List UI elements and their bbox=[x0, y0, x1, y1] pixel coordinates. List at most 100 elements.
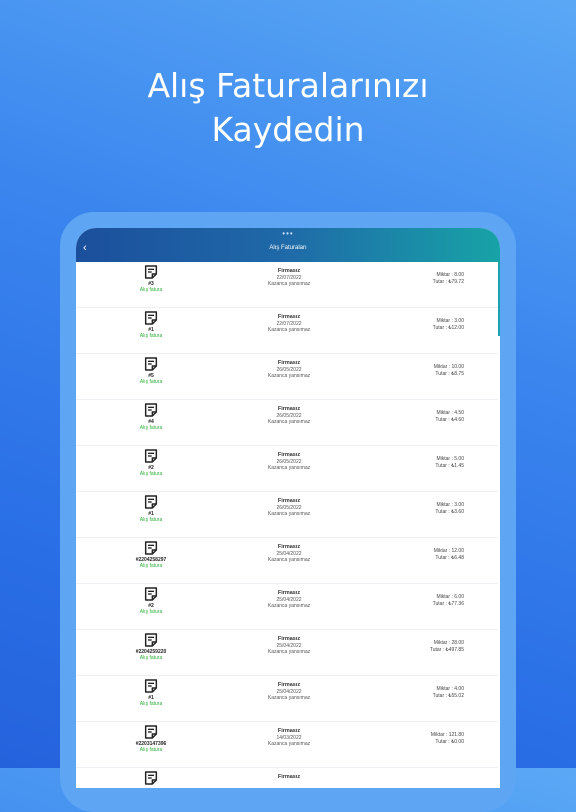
total: Tutar : ₺497.85 bbox=[429, 646, 464, 653]
receipt-document-icon bbox=[143, 356, 159, 372]
invoice-row[interactable]: #2203147396 Alış fatura Firmasız 14/03/2022… bbox=[76, 722, 498, 768]
invoice-info-block: Firmasız 22/07/2022 Kazanca yansımaz bbox=[250, 314, 328, 334]
invoice-amount-block: Miktar : 10.00 Tutar : ₺8.75 bbox=[394, 364, 464, 377]
invoice-info-block: Firmasız 22/07/2022 Kazanca yansımaz bbox=[250, 268, 328, 288]
receipt-document-icon bbox=[143, 586, 159, 602]
invoice-info-block: Firmasız 25/04/2022 Kazanca yansımaz bbox=[250, 636, 328, 656]
receipt-document-icon bbox=[143, 724, 159, 740]
invoice-row[interactable]: #5 Alış fatura Firmasız 26/05/2022 Kazanca y… bbox=[76, 354, 498, 400]
receipt-document-icon bbox=[143, 264, 159, 280]
receipt-document-icon bbox=[143, 540, 159, 556]
gain-status: Kazanca yansımaz bbox=[267, 557, 311, 563]
receipt-document-icon bbox=[143, 678, 159, 694]
invoice-info-block: Firmasız 25/04/2022 Kazanca yansımaz bbox=[250, 544, 328, 564]
total: Tutar : ₺3.60 bbox=[435, 508, 464, 515]
total: Tutar : ₺79.72 bbox=[432, 278, 464, 285]
total: Tutar : ₺6.48 bbox=[435, 554, 464, 561]
total: Tutar : ₺4.60 bbox=[435, 416, 464, 423]
firm-name: Firmasız bbox=[277, 774, 301, 780]
invoice-row[interactable]: #4 Alış fatura Firmasız 26/05/2022 Kazanca y… bbox=[76, 400, 498, 446]
invoice-id-block: #1 Alış fatura bbox=[116, 494, 186, 523]
receipt-document-icon bbox=[143, 494, 159, 510]
invoice-type: Alış fatura bbox=[139, 655, 163, 661]
gain-status: Kazanca yansımaz bbox=[267, 327, 311, 333]
invoice-id-block: #2203147396 Alış fatura bbox=[116, 724, 186, 753]
gain-status: Kazanca yansımaz bbox=[267, 281, 311, 287]
headline-line-2: Kaydedin bbox=[211, 110, 365, 149]
invoice-info-block: Firmasız 25/04/2022 Kazanca yansımaz bbox=[250, 682, 328, 702]
invoice-type: Alış fatura bbox=[139, 425, 163, 431]
gain-status: Kazanca yansımaz bbox=[267, 419, 311, 425]
gain-status: Kazanca yansımaz bbox=[267, 511, 311, 517]
invoice-amount-block: Miktar : 4.00 Tutar : ₺55.02 bbox=[394, 686, 464, 699]
invoice-info-block: Firmasız 26/05/2022 Kazanca yansımaz bbox=[250, 406, 328, 426]
invoice-id-block bbox=[116, 770, 186, 787]
invoice-type: Alış fatura bbox=[139, 379, 163, 385]
invoice-type: Alış fatura bbox=[139, 563, 163, 569]
invoice-type: Alış fatura bbox=[139, 747, 163, 753]
invoice-row[interactable]: #1 Alış fatura Firmasız 26/05/2022 Kazanca y… bbox=[76, 492, 498, 538]
invoice-amount-block: Miktar : 6.00 Tutar : ₺77.36 bbox=[394, 594, 464, 607]
invoice-type: Alış fatura bbox=[139, 609, 163, 615]
receipt-document-icon bbox=[143, 402, 159, 418]
invoice-id-block: #4 Alış fatura bbox=[116, 402, 186, 431]
receipt-document-icon bbox=[143, 632, 159, 648]
receipt-document-icon bbox=[143, 310, 159, 326]
invoice-info-block: Firmasız 14/03/2022 Kazanca yansımaz bbox=[250, 728, 328, 748]
invoice-info-block: Firmasız 26/05/2022 Kazanca yansımaz bbox=[250, 360, 328, 380]
invoice-amount-block: Miktar : 5.00 Tutar : ₺1.45 bbox=[394, 456, 464, 469]
invoice-row[interactable]: #2204258297 Alış fatura Firmasız 25/04/2022… bbox=[76, 538, 498, 584]
gain-status: Kazanca yansımaz bbox=[267, 649, 311, 655]
total: Tutar : ₺77.36 bbox=[432, 600, 464, 607]
invoice-amount-block: Miktar : 12.00 Tutar : ₺6.48 bbox=[394, 548, 464, 561]
page-title: Alış Faturaları bbox=[269, 245, 307, 251]
gain-status: Kazanca yansımaz bbox=[267, 465, 311, 471]
invoice-type: Alış fatura bbox=[139, 287, 163, 293]
total: Tutar : ₺55.02 bbox=[432, 692, 464, 699]
receipt-document-icon bbox=[143, 770, 159, 786]
promo-headline: Alış Faturalarınızı Kaydedin bbox=[0, 64, 576, 152]
receipt-document-icon bbox=[143, 448, 159, 464]
invoice-row[interactable]: #1 Alış fatura Firmasız 25/04/2022 Kazanca y… bbox=[76, 676, 498, 722]
invoice-amount-block: Miktar : 28.00 Tutar : ₺497.85 bbox=[394, 640, 464, 653]
gain-status: Kazanca yansımaz bbox=[267, 695, 311, 701]
gain-status: Kazanca yansımaz bbox=[267, 741, 311, 747]
invoice-amount-block: Miktar : 3.00 Tutar : ₺12.00 bbox=[394, 318, 464, 331]
status-dots: ••• bbox=[282, 229, 294, 238]
invoice-type: Alış fatura bbox=[139, 701, 163, 707]
headline-line-1: Alış Faturalarınızı bbox=[147, 66, 429, 105]
invoice-info-block: Firmasız bbox=[250, 774, 328, 781]
total: Tutar : ₺8.75 bbox=[435, 370, 464, 377]
invoice-id-block: #2204259220 Alış fatura bbox=[116, 632, 186, 661]
gain-status: Kazanca yansımaz bbox=[267, 373, 311, 379]
total: Tutar : ₺12.00 bbox=[432, 324, 464, 331]
invoice-info-block: Firmasız 26/05/2022 Kazanca yansımaz bbox=[250, 452, 328, 472]
invoice-row[interactable]: #2204259220 Alış fatura Firmasız 25/04/2022… bbox=[76, 630, 498, 676]
total: Tutar : ₺0.00 bbox=[435, 738, 464, 745]
invoice-id-block: #2 Alış fatura bbox=[116, 586, 186, 615]
invoice-row[interactable]: #1 Alış fatura Firmasız 22/07/2022 Kazanca y… bbox=[76, 308, 498, 354]
invoice-id-block: #1 Alış fatura bbox=[116, 310, 186, 339]
invoice-type: Alış fatura bbox=[139, 471, 163, 477]
invoice-row[interactable]: #2 Alış fatura Firmasız 26/05/2022 Kazanca y… bbox=[76, 446, 498, 492]
side-accent bbox=[498, 266, 500, 336]
invoice-list: #3 Alış fatura Firmasız 22/07/2022 Kazanca y… bbox=[76, 262, 498, 788]
invoice-id-block: #1 Alış fatura bbox=[116, 678, 186, 707]
invoice-row[interactable]: #3 Alış fatura Firmasız 22/07/2022 Kazanca y… bbox=[76, 262, 498, 308]
invoice-id-block: #2204258297 Alış fatura bbox=[116, 540, 186, 569]
invoice-id-block: #3 Alış fatura bbox=[116, 264, 186, 293]
invoice-row[interactable]: Firmasız bbox=[76, 768, 498, 788]
invoice-id-block: #5 Alış fatura bbox=[116, 356, 186, 385]
invoice-amount-block: Miktar : 3.00 Tutar : ₺3.60 bbox=[394, 502, 464, 515]
invoice-info-block: Firmasız 25/04/2022 Kazanca yansımaz bbox=[250, 590, 328, 610]
app-bar: ••• ‹ Alış Faturaları bbox=[76, 228, 500, 266]
gain-status: Kazanca yansımaz bbox=[267, 603, 311, 609]
invoice-info-block: Firmasız 26/05/2022 Kazanca yansımaz bbox=[250, 498, 328, 518]
invoice-type: Alış fatura bbox=[139, 333, 163, 339]
invoice-type: Alış fatura bbox=[139, 517, 163, 523]
invoice-amount-block: Miktar : 121.80 Tutar : ₺0.00 bbox=[394, 732, 464, 745]
invoice-id-block: #2 Alış fatura bbox=[116, 448, 186, 477]
total: Tutar : ₺1.45 bbox=[435, 462, 464, 469]
invoice-amount-block: Miktar : 8.00 Tutar : ₺79.72 bbox=[394, 272, 464, 285]
invoice-row[interactable]: #2 Alış fatura Firmasız 25/04/2022 Kazanca y… bbox=[76, 584, 498, 630]
